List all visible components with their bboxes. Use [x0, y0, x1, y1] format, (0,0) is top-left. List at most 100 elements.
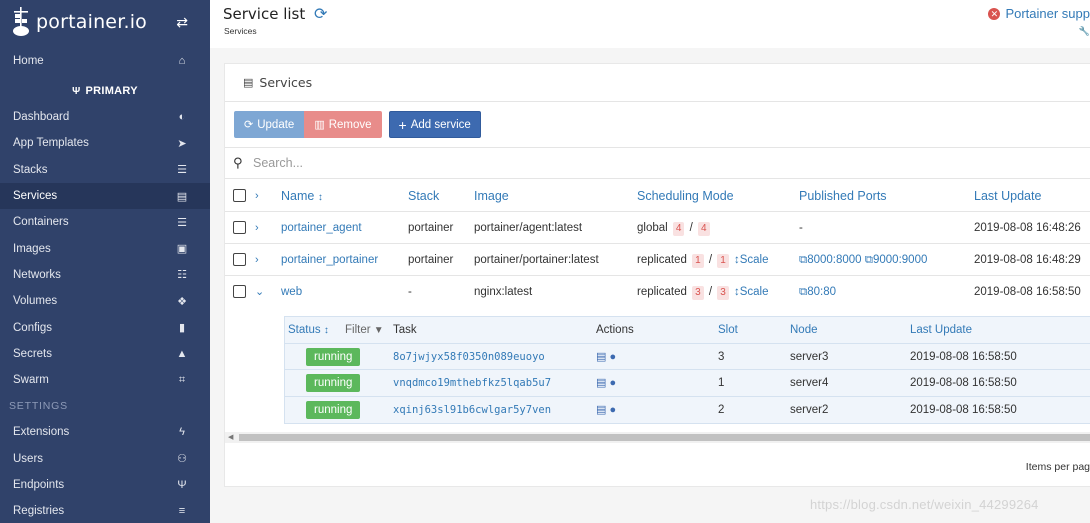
service-row[interactable]: ⌄ web - nginx:latest replicated 3 / 3 ↕Scale… [225, 276, 1090, 308]
action-buttons: ⟳ Update ▥ Remove + Add service [234, 111, 481, 138]
sidebar-item-app-templates[interactable]: App Templates ➤ [0, 130, 210, 156]
sidebar-item-label: Images [13, 242, 51, 255]
service-row[interactable]: › portainer_agent portainer portainer/agent… [225, 212, 1090, 244]
sidebar-item-networks[interactable]: Networks ☷ [0, 262, 210, 288]
task-last-update: 2019-08-08 16:58:50 [910, 377, 1017, 389]
sidebar-item-label: Home [13, 55, 44, 67]
task-node: server2 [790, 403, 829, 416]
port-link[interactable]: ⧉80:80 [799, 286, 836, 298]
filter-button[interactable]: Filter ▼ [345, 317, 384, 344]
service-checkbox[interactable] [233, 253, 246, 266]
wrench-icon[interactable]: 🔧 [1079, 26, 1090, 37]
scrollbar-thumb[interactable] [239, 434, 1090, 441]
update-button[interactable]: ⟳ Update [234, 111, 305, 138]
port-link[interactable]: ⧉8000:8000 [799, 254, 862, 266]
sidebar-toggle-icon[interactable]: ⇄ [176, 14, 188, 31]
home-icon: ⌂ [178, 55, 186, 67]
task-id-link[interactable]: xqinj63sl91b6cwlgar5y7ven [393, 397, 551, 424]
task-row[interactable]: running 8o7jwjyx58f0350n089euoyo ▤ ● 3 serve… [285, 344, 1090, 371]
chevron-down-icon[interactable]: ⌄ [255, 276, 264, 308]
scheduling-mode: replicated 1 / 1 ↕Scale [637, 244, 769, 276]
service-checkbox[interactable] [233, 285, 246, 298]
horizontal-scrollbar[interactable]: ◀ [225, 432, 1090, 443]
column-header-task-last-update[interactable]: Last Update [910, 317, 972, 344]
column-header-slot[interactable]: Slot [718, 317, 738, 344]
file-text-icon[interactable]: ▤ [596, 351, 609, 363]
task-row[interactable]: running vnqdmco19mthebfkz5lqab5u7 ▤ ● 1 serv… [285, 370, 1090, 397]
select-all-checkbox[interactable] [233, 189, 246, 202]
sidebar-item-images[interactable]: Images ▣ [0, 235, 210, 261]
expand-all-icon[interactable]: › [255, 180, 259, 212]
column-header-name[interactable]: Name ↕ [281, 180, 323, 212]
sidebar-item-label: Networks [13, 268, 61, 281]
scale-button[interactable]: ↕Scale [731, 286, 769, 298]
file-text-icon[interactable]: ▤ [596, 404, 609, 416]
add-service-button[interactable]: + Add service [388, 111, 481, 138]
mode-label: replicated [637, 286, 691, 298]
column-header-node[interactable]: Node [790, 317, 818, 344]
sidebar-item-volumes[interactable]: Volumes ❖ [0, 288, 210, 314]
sidebar-item-label: App Templates [13, 137, 89, 150]
scroll-left-icon[interactable]: ◀ [228, 432, 233, 443]
sidebar-item-users[interactable]: Users ⚇ [0, 446, 210, 472]
chevron-right-icon[interactable]: › [255, 212, 259, 244]
search-input[interactable]: Search... [253, 156, 303, 170]
remove-button[interactable]: ▥ Remove [304, 111, 382, 138]
service-name-link[interactable]: portainer_agent [281, 212, 362, 244]
logo[interactable]: portainer.io ⇄ [0, 0, 210, 44]
published-ports: ⧉8000:8000 ⧉9000:9000 [799, 244, 927, 276]
task-slot: 2 [718, 403, 725, 416]
page-header: Service list ⟳ Services ✕ Portainer supp … [210, 0, 1090, 48]
scheduling-mode: replicated 3 / 3 ↕Scale [637, 276, 769, 308]
column-header-scheduling-mode[interactable]: Scheduling Mode [637, 180, 734, 212]
sidebar-item-label: Volumes [13, 295, 58, 308]
task-actions: ▤ ● [596, 397, 616, 424]
sidebar-item-dashboard[interactable]: Dashboard ◐ [0, 104, 210, 130]
sidebar-item-containers[interactable]: Containers ☰ [0, 209, 210, 235]
service-checkbox[interactable] [233, 221, 246, 234]
column-header-stack[interactable]: Stack [408, 180, 439, 212]
column-header-published-ports[interactable]: Published Ports [799, 180, 887, 212]
file-text-icon[interactable]: ▤ [596, 377, 609, 389]
column-header-last-update[interactable]: Last Update [974, 180, 1041, 212]
service-last-update: 2019-08-08 16:48:26 [974, 222, 1081, 234]
service-row[interactable]: › portainer_portainer portainer portainer/p… [225, 244, 1090, 276]
sidebar-item-registries[interactable]: Registries ≡ [0, 498, 210, 523]
sidebar-item-endpoints[interactable]: Endpoints Ψ [0, 472, 210, 498]
task-node: server3 [790, 350, 829, 363]
sidebar-item-configs[interactable]: Configs ▮ [0, 314, 210, 340]
refresh-icon[interactable]: ⟳ [314, 4, 327, 24]
sidebar-item-label: Stacks [13, 163, 48, 176]
th-list-icon: ☰ [177, 164, 187, 177]
info-circle-icon[interactable]: ● [609, 351, 616, 363]
search-bar[interactable]: ⚲ Search... [225, 147, 1090, 179]
slash-separator: / [705, 254, 716, 266]
settings-heading: SETTINGS [9, 400, 68, 413]
task-last-update: 2019-08-08 16:58:50 [910, 350, 1017, 363]
task-id-link[interactable]: vnqdmco19mthebfkz5lqab5u7 [393, 370, 551, 397]
service-last-update: 2019-08-08 16:48:29 [974, 254, 1081, 266]
support-link[interactable]: ✕ Portainer supp [988, 6, 1090, 21]
info-circle-icon[interactable]: ● [609, 404, 616, 416]
sidebar-item-home[interactable]: Home ⌂ [0, 44, 210, 78]
external-link-icon: ⧉ [799, 254, 808, 266]
service-name-link[interactable]: portainer_portainer [281, 244, 378, 276]
service-stack: portainer [408, 254, 454, 266]
chevron-right-icon[interactable]: › [255, 244, 259, 276]
portainer-logo-icon [12, 7, 32, 37]
column-header-image[interactable]: Image [474, 180, 509, 212]
sidebar-item-secrets[interactable]: Secrets ▲ [0, 341, 210, 367]
info-circle-icon[interactable]: ● [609, 377, 616, 389]
sidebar-item-swarm[interactable]: Swarm ⌗ [0, 367, 210, 393]
sidebar-item-extensions[interactable]: Extensions ϟ [0, 419, 210, 445]
port-mapping: 9000:9000 [873, 254, 928, 266]
task-row[interactable]: running xqinj63sl91b6cwlgar5y7ven ▤ ● 2 serv… [285, 397, 1090, 424]
scale-button[interactable]: ↕Scale [731, 254, 769, 266]
column-header-status[interactable]: Status ↕ [288, 317, 329, 344]
task-id-link[interactable]: 8o7jwjyx58f0350n089euoyo [393, 344, 545, 371]
service-name-link[interactable]: web [281, 276, 302, 308]
sidebar-item-services[interactable]: Services ▤ [0, 182, 210, 210]
database-icon: ≡ [178, 505, 186, 518]
port-link[interactable]: ⧉9000:9000 [862, 254, 928, 266]
sidebar-item-stacks[interactable]: Stacks ☰ [0, 157, 210, 183]
